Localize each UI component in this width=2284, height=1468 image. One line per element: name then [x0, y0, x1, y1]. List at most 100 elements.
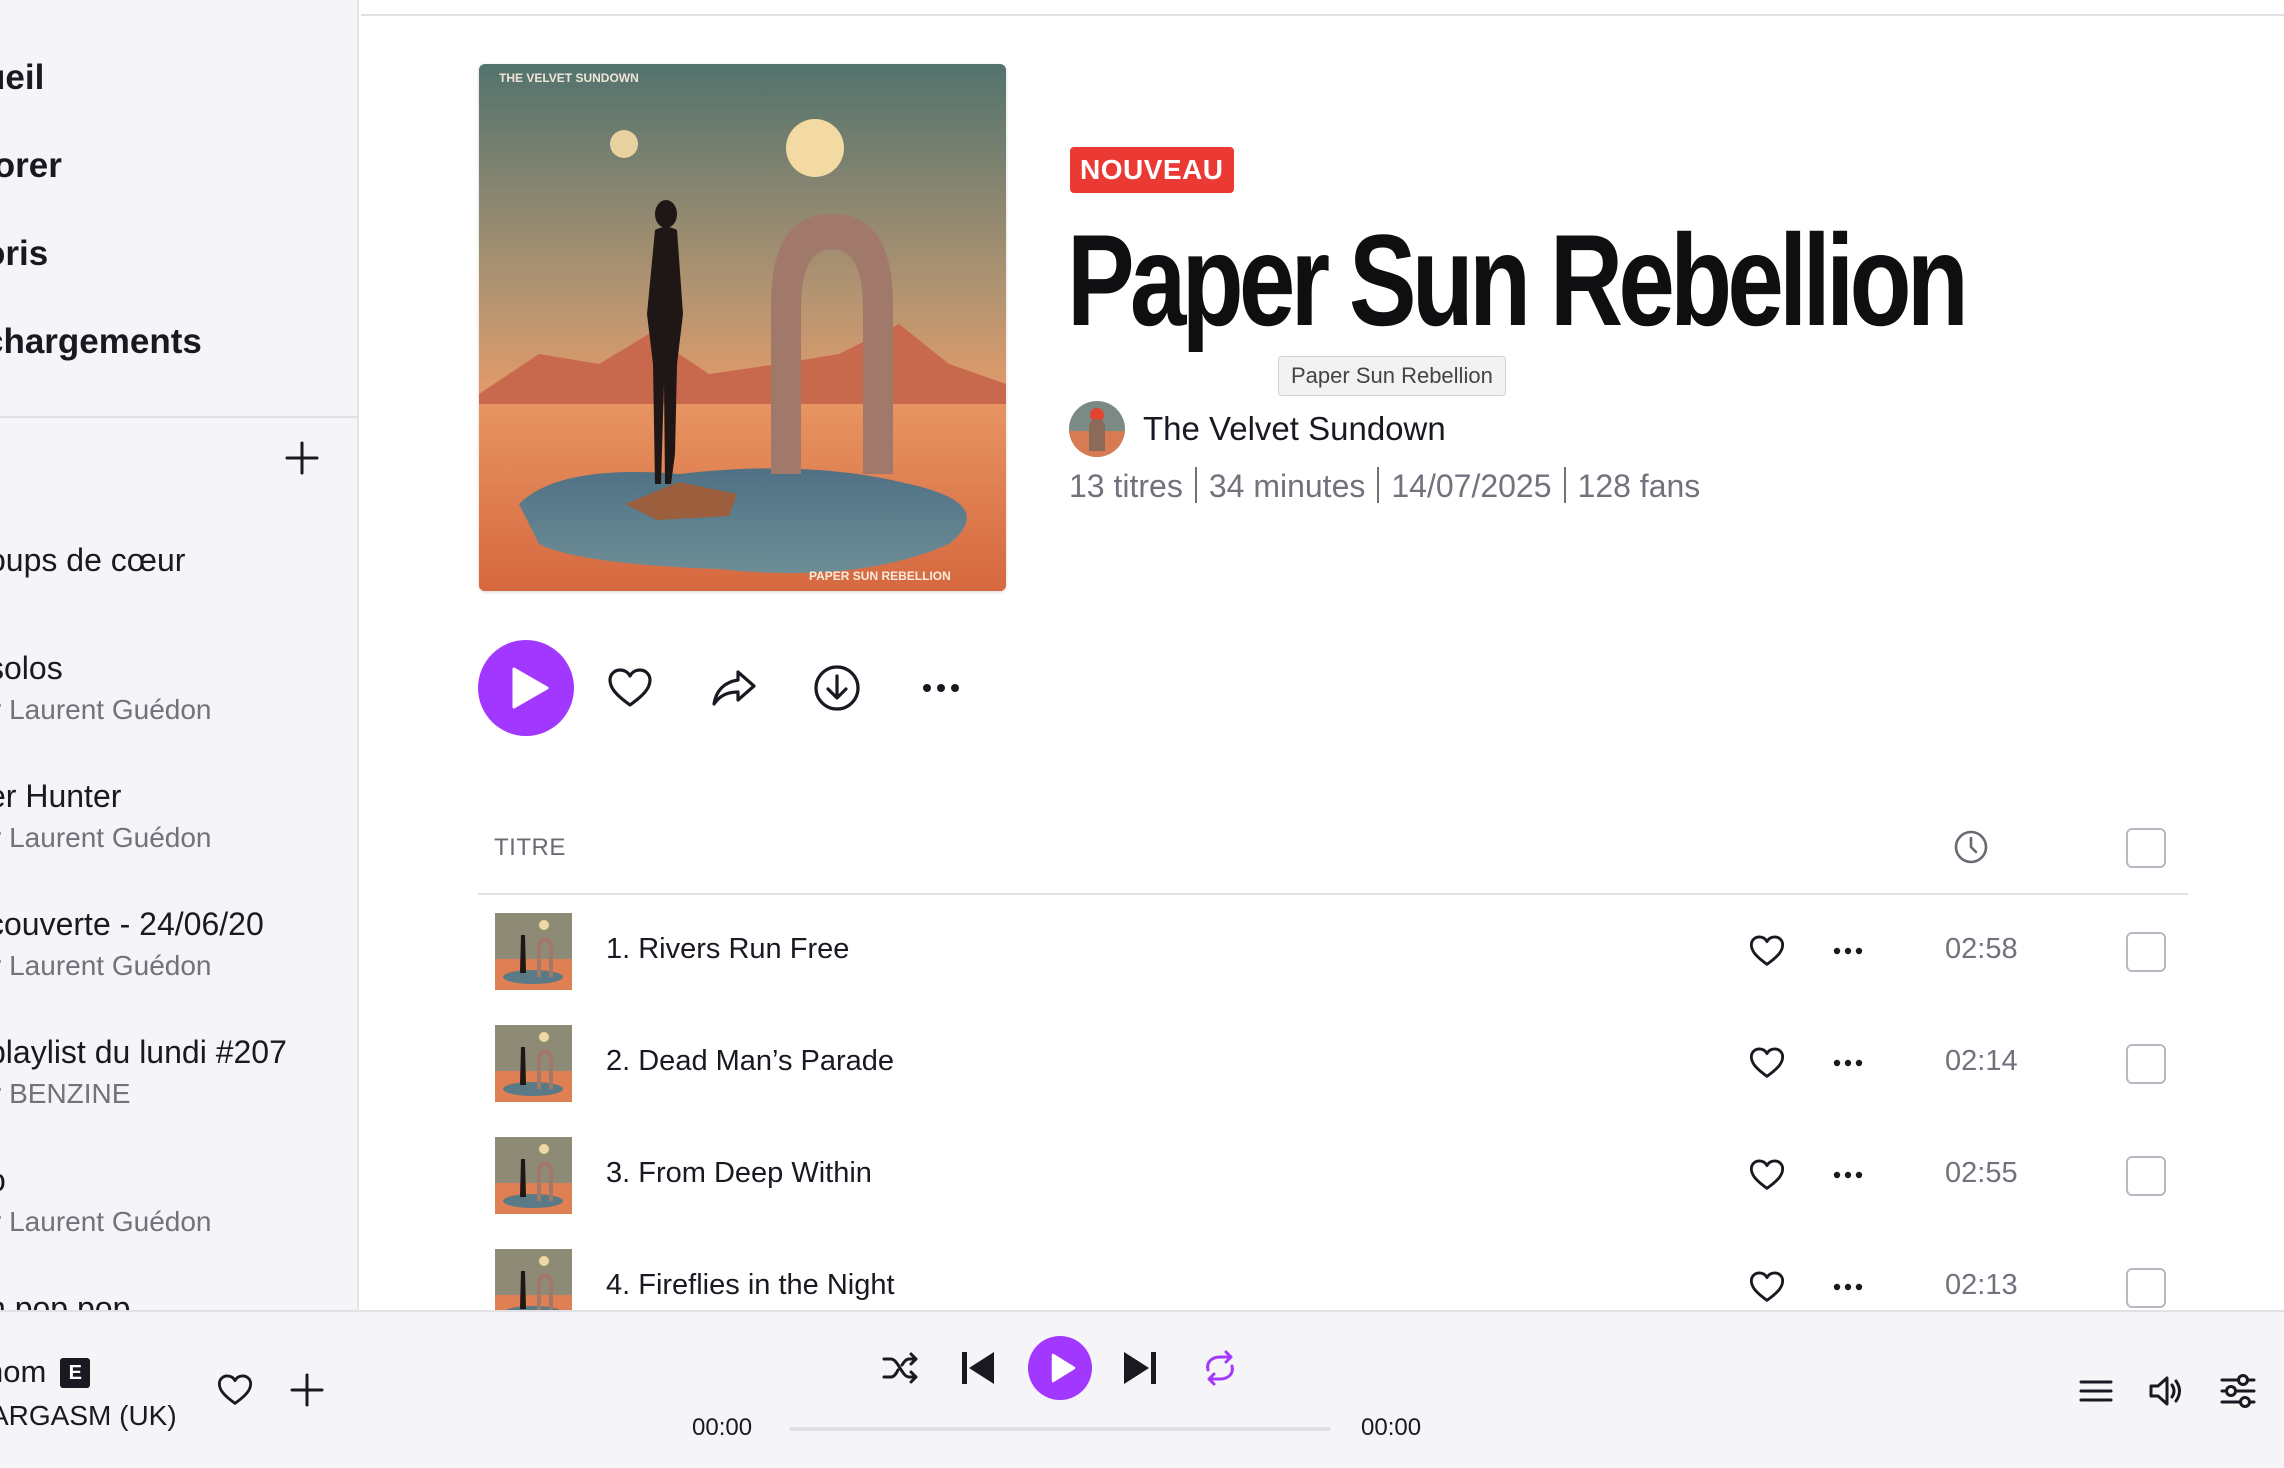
more-icon [923, 684, 959, 692]
release-date: 14/07/2025 [1391, 468, 1552, 504]
column-header-duration [1953, 829, 1989, 865]
playlist-owner: r Laurent Guédon [0, 950, 212, 981]
playlist-owner: r BENZINE [0, 1078, 131, 1109]
sidebar-divider [0, 416, 357, 418]
share-button[interactable] [710, 664, 758, 712]
track-favorite-button[interactable] [1748, 933, 1786, 969]
track-artwork [495, 1025, 572, 1102]
total-time: 00:00 [1361, 1414, 1422, 1441]
equalizer-button[interactable] [2219, 1372, 2257, 1410]
track-checkbox[interactable] [2126, 1268, 2166, 1308]
header-divider [361, 14, 2284, 16]
artist-link[interactable]: The Velvet Sundown [1143, 410, 1446, 448]
meta-separator [1377, 467, 1380, 503]
avatar [1069, 401, 1125, 457]
favorite-album-button[interactable] [606, 664, 654, 712]
play-pause-button[interactable] [1028, 1336, 1092, 1400]
repeat-button[interactable] [1200, 1348, 1240, 1388]
queue-icon [2079, 1380, 2113, 1402]
download-button[interactable] [813, 664, 861, 712]
more-icon [1833, 1171, 1863, 1179]
explicit-badge: E [60, 1358, 91, 1388]
column-header-title: TITRE [494, 834, 566, 861]
track-more-button[interactable] [1829, 1157, 1867, 1193]
playlist-owner: r Laurent Guédon [0, 822, 212, 853]
track-duration: 02:13 [1945, 1269, 2018, 1301]
volume-button[interactable] [2147, 1372, 2185, 1410]
album-duration: 34 minutes [1208, 468, 1366, 504]
select-all-checkbox[interactable] [2126, 828, 2166, 868]
now-playing-artist[interactable]: ARGASM (UK) [0, 1400, 177, 1432]
fan-count: 128 fans [1577, 468, 1701, 504]
track-checkbox[interactable] [2126, 1044, 2166, 1084]
track-artwork [495, 913, 572, 990]
playlist-title: couverte - 24/06/20 [0, 906, 264, 942]
more-icon [1833, 1059, 1863, 1067]
sidebar-item-home[interactable]: ueil [0, 58, 44, 98]
track-title[interactable]: 1. Rivers Run Free [606, 933, 849, 966]
heart-icon [1749, 1271, 1785, 1302]
clock-icon [1954, 830, 1988, 864]
track-favorite-button[interactable] [1748, 1269, 1786, 1305]
playlist-title: n pop pop [0, 1290, 131, 1310]
sidebar-item-favorites[interactable]: oris [0, 234, 48, 274]
track-thumbnail [495, 1025, 572, 1102]
now-playing-favorite-button[interactable] [216, 1372, 254, 1408]
playlist-owner: r Laurent Guédon [0, 1206, 212, 1237]
track-row[interactable]: 1. Rivers Run Free 02:58 [478, 895, 2188, 1007]
skip-back-icon [962, 1352, 994, 1384]
sidebar-item-downloads[interactable]: chargements [0, 322, 202, 362]
track-title[interactable]: 2. Dead Man’s Parade [606, 1045, 894, 1078]
track-duration: 02:55 [1945, 1157, 2018, 1189]
track-row[interactable]: 4. Fireflies in the Night 02:13 [478, 1231, 2188, 1310]
album-cover[interactable]: THE VELVET SUNDOWN PAPER SUN REBELLION [479, 64, 1006, 591]
download-icon [814, 665, 860, 711]
meta-separator [1563, 467, 1566, 503]
track-more-button[interactable] [1829, 933, 1867, 969]
artist-avatar[interactable] [1069, 401, 1125, 457]
playlist-title: playlist du lundi #207 [0, 1034, 287, 1070]
heart-icon [1749, 935, 1785, 966]
heart-icon [1749, 1047, 1785, 1078]
track-thumbnail [495, 913, 572, 990]
album-page: THE VELVET SUNDOWN PAPER SUN REBELLION N… [361, 0, 2284, 1310]
track-checkbox[interactable] [2126, 932, 2166, 972]
album-meta: 13 titres 34 minutes 14/07/2025 128 fans [1069, 467, 1700, 505]
shuffle-icon [882, 1352, 918, 1384]
queue-button[interactable] [2077, 1372, 2115, 1410]
track-more-button[interactable] [1829, 1269, 1867, 1305]
album-title: Paper Sun Rebellion [1067, 207, 1969, 353]
track-duration: 02:14 [1945, 1045, 2018, 1077]
now-playing-title[interactable]: nom E [0, 1354, 91, 1390]
new-badge: NOUVEAU [1070, 147, 1234, 193]
app-window: ueil lorer oris chargements oups de cœur… [0, 0, 2284, 1468]
player-bar: nom E ARGASM (UK) [0, 1310, 2284, 1468]
track-count: 13 titres [1069, 468, 1183, 504]
sidebar-item-explore[interactable]: lorer [0, 146, 62, 186]
playlist-title: solos [0, 650, 63, 686]
track-more-button[interactable] [1829, 1045, 1867, 1081]
now-playing-title-text: nom [0, 1354, 47, 1389]
repeat-icon [1206, 1350, 1234, 1386]
play-icon [1051, 1353, 1076, 1383]
progress-bar[interactable] [789, 1427, 1331, 1431]
track-title[interactable]: 3. From Deep Within [606, 1157, 872, 1190]
track-checkbox[interactable] [2126, 1156, 2166, 1196]
add-to-playlist-button[interactable] [289, 1372, 325, 1408]
track-row[interactable]: 2. Dead Man’s Parade 02:14 [478, 1007, 2188, 1119]
add-playlist-button[interactable] [284, 440, 320, 476]
skip-forward-icon [1124, 1352, 1156, 1384]
track-favorite-button[interactable] [1748, 1045, 1786, 1081]
track-row[interactable]: 3. From Deep Within 02:55 [478, 1119, 2188, 1231]
more-icon [1833, 1283, 1863, 1291]
meta-separator [1194, 467, 1197, 503]
heart-icon [217, 1374, 253, 1405]
next-track-button[interactable] [1120, 1348, 1160, 1388]
play-album-button[interactable] [478, 640, 574, 736]
more-options-button[interactable] [917, 664, 965, 712]
previous-track-button[interactable] [958, 1348, 998, 1388]
more-icon [1833, 947, 1863, 955]
track-favorite-button[interactable] [1748, 1157, 1786, 1193]
track-title[interactable]: 4. Fireflies in the Night [606, 1269, 895, 1302]
shuffle-button[interactable] [880, 1348, 920, 1388]
